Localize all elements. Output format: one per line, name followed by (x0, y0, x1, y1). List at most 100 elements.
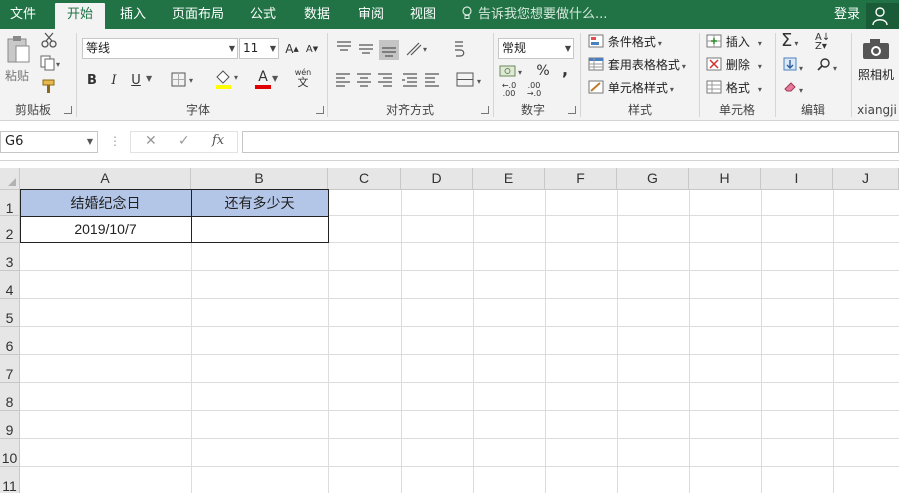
tab-formulas[interactable]: 公式 (242, 0, 284, 29)
format-painter-icon[interactable] (40, 77, 58, 95)
camera-icon[interactable] (862, 37, 890, 61)
sort-filter-icon[interactable]: A↓ Z▾ (815, 33, 830, 52)
cancel-icon[interactable]: ✕ (145, 133, 157, 149)
font-name-select[interactable]: 等线 ▼ (82, 38, 238, 59)
tab-page-layout[interactable]: 页面布局 (166, 0, 230, 29)
gridline (20, 354, 899, 355)
increase-font-icon[interactable]: A ▲ (284, 40, 300, 58)
format-as-table-button[interactable]: 套用表格格式 ▾ (588, 56, 686, 73)
underline-button[interactable]: U (128, 70, 144, 90)
camera-button-label[interactable]: 照相机 (858, 66, 894, 83)
paste-icon[interactable] (4, 33, 32, 65)
formula-input[interactable] (242, 131, 899, 153)
clipboard-launcher-icon[interactable] (64, 106, 72, 114)
row-header-4[interactable]: 4 (0, 271, 20, 299)
column-header-d[interactable]: D (401, 168, 473, 190)
column-header-j[interactable]: J (833, 168, 899, 190)
gridline (20, 466, 899, 467)
name-box[interactable]: G6 ▼ (0, 131, 98, 153)
alignment-bottom-row-icons[interactable]: ▾ (335, 71, 485, 91)
row-header-6[interactable]: 6 (0, 327, 20, 355)
number-format-select[interactable]: 常规 ▼ (498, 38, 574, 59)
fill-down-icon (783, 57, 797, 71)
currency-icon[interactable]: ▾ (499, 61, 529, 81)
tab-insert[interactable]: 插入 (112, 0, 154, 29)
bold-button[interactable]: B (84, 70, 100, 90)
row-header-7[interactable]: 7 (0, 355, 20, 383)
column-header-a[interactable]: A (20, 168, 191, 190)
tab-data[interactable]: 数据 (296, 0, 338, 29)
login-link[interactable]: 登录 (834, 0, 860, 29)
enter-check-icon[interactable]: ✓ (178, 133, 190, 149)
format-cells-button[interactable]: 格式 ▾ (706, 79, 762, 96)
font-color-dropdown-icon[interactable]: ▼ (272, 74, 278, 83)
borders-icon[interactable]: ▾ (170, 70, 200, 90)
magnifier-icon (817, 58, 830, 71)
svg-text:▾: ▾ (189, 76, 193, 85)
column-header-c[interactable]: C (328, 168, 401, 190)
insert-cells-button[interactable]: 插入 ▾ (706, 33, 762, 50)
tab-review[interactable]: 审阅 (350, 0, 392, 29)
alignment-top-row-icons[interactable]: ▾ (335, 38, 465, 62)
copy-icon[interactable]: ▾ (40, 54, 62, 72)
table-border (191, 189, 329, 217)
percent-button[interactable]: % (535, 61, 551, 81)
menu-bar: 文件 开始 插入 页面布局 公式 数据 审阅 视图 告诉我您想要做什么... 登… (0, 0, 899, 29)
row-header-1[interactable]: 1 (0, 190, 20, 216)
column-header-f[interactable]: F (545, 168, 617, 190)
row-header-11[interactable]: 11 (0, 467, 20, 493)
row-header-10[interactable]: 10 (0, 439, 20, 467)
gridline (20, 438, 899, 439)
decrease-decimal-icon[interactable]: .00 →.0 (524, 81, 544, 99)
gridline (833, 190, 834, 493)
cell-styles-button[interactable]: 单元格样式 ▾ (588, 79, 674, 96)
cut-icon[interactable] (40, 31, 58, 49)
fill-color-icon[interactable]: ▾ (213, 68, 243, 90)
number-launcher-icon[interactable] (568, 106, 576, 114)
gridline (473, 190, 474, 493)
row-header-3[interactable]: 3 (0, 243, 20, 271)
paste-label: 粘贴 (5, 69, 30, 83)
tab-file[interactable]: 文件 (0, 0, 46, 29)
increase-decimal-icon[interactable]: ←.0.00 (499, 81, 519, 99)
column-header-e[interactable]: E (473, 168, 545, 190)
tab-home[interactable]: 开始 (55, 3, 105, 29)
insert-function-button[interactable]: fx (212, 133, 224, 148)
font-name-value: 等线 (86, 41, 111, 55)
tab-view[interactable]: 视图 (402, 0, 444, 29)
autosum-glyph: Σ (781, 30, 793, 51)
font-launcher-icon[interactable] (316, 106, 324, 114)
row-header-2[interactable]: 2 (0, 216, 20, 243)
cell-styles-icon (588, 80, 604, 94)
table-border (20, 189, 192, 217)
gridline (20, 382, 899, 383)
column-header-g[interactable]: G (617, 168, 689, 190)
tell-me-box[interactable]: 告诉我您想要做什么... (462, 0, 607, 29)
row-header-9[interactable]: 9 (0, 411, 20, 439)
select-all-button[interactable] (0, 168, 20, 190)
italic-button[interactable]: I (106, 70, 122, 90)
find-select-icon[interactable]: ▾ (817, 57, 837, 74)
alignment-launcher-icon[interactable] (481, 106, 489, 114)
decrease-font-icon[interactable]: A ▼ (304, 40, 320, 58)
lightbulb-icon (462, 6, 472, 19)
conditional-format-button[interactable]: 条件格式 ▾ (588, 33, 662, 50)
formula-bar-grip-icon[interactable]: ⋮ (109, 134, 121, 148)
row-header-5[interactable]: 5 (0, 299, 20, 327)
column-header-i[interactable]: I (761, 168, 833, 190)
font-size-select[interactable]: 11 ▼ (239, 38, 279, 59)
delete-cells-button[interactable]: 删除 ▾ (706, 56, 762, 73)
column-header-b[interactable]: B (191, 168, 328, 190)
phonetic-icon[interactable]: wén 文 (290, 68, 316, 90)
comma-button[interactable]: , (560, 59, 570, 79)
clear-icon[interactable]: ▾ (783, 81, 803, 96)
autosum-button[interactable]: Σ ▾ (781, 30, 798, 51)
column-header-h[interactable]: H (689, 168, 761, 190)
alignment-group-label: 对齐方式 (385, 103, 434, 117)
gridline (20, 410, 899, 411)
underline-dropdown-icon[interactable]: ▼ (146, 74, 152, 83)
gridline (761, 190, 762, 493)
share-icon[interactable] (866, 3, 899, 29)
fill-icon[interactable]: ▾ (783, 57, 803, 74)
row-header-8[interactable]: 8 (0, 383, 20, 411)
